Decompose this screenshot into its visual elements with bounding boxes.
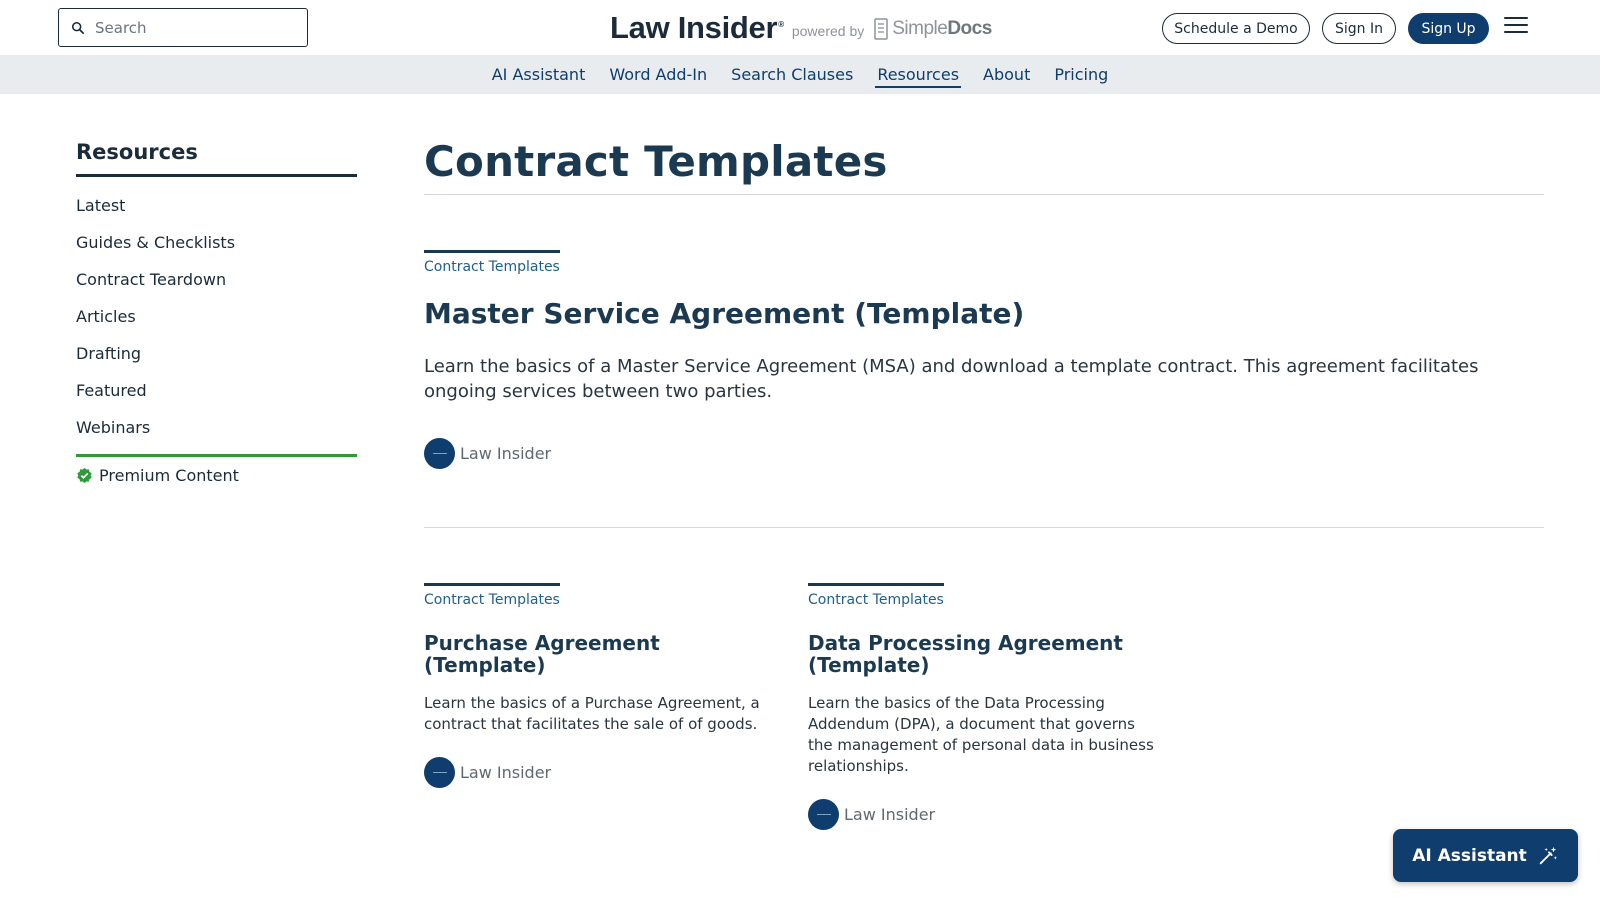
sidebar-item-premium-content[interactable]: Premium Content (76, 454, 357, 485)
article-author: Law Insider (424, 438, 1544, 469)
article-card-title[interactable]: Purchase Agreement (Template) (424, 632, 774, 676)
hamburger-menu-icon[interactable] (1504, 17, 1528, 37)
nav-item-search-clauses[interactable]: Search Clauses (719, 55, 865, 94)
article-card-description: Learn the basics of the Data Processing … (808, 694, 1154, 775)
title-divider (424, 194, 1544, 195)
simpledocs-logo-icon (874, 18, 888, 40)
search-field[interactable] (58, 8, 308, 47)
featured-article-description: Learn the basics of a Master Service Agr… (424, 356, 1479, 402)
sidebar-title: Resources (76, 140, 357, 177)
article-card-description: Learn the basics of a Purchase Agreement… (424, 694, 760, 733)
sidebar-item-contract-teardown[interactable]: Contract Teardown (76, 261, 357, 298)
main-nav: AI Assistant Word Add-In Search Clauses … (0, 55, 1600, 94)
nav-item-about[interactable]: About (971, 55, 1042, 94)
verified-check-icon (77, 467, 92, 484)
sign-up-button[interactable]: Sign Up (1408, 13, 1489, 44)
article-category-tag[interactable]: Contract Templates (424, 250, 560, 275)
author-avatar (424, 757, 455, 788)
brand-name: Law Insider® (610, 10, 784, 45)
section-divider (424, 527, 1544, 528)
author-name: Law Insider (460, 763, 552, 782)
author-name: Law Insider (460, 444, 552, 463)
ai-assistant-label: AI Assistant (1412, 845, 1527, 866)
premium-content-label: Premium Content (99, 466, 239, 485)
nav-item-ai-assistant[interactable]: AI Assistant (480, 55, 598, 94)
author-name: Law Insider (844, 805, 936, 824)
resources-sidebar: Resources Latest Guides & Checklists Con… (76, 140, 357, 485)
article-card-title[interactable]: Data Processing Agreement (Template) (808, 632, 1158, 676)
sidebar-item-featured[interactable]: Featured (76, 372, 357, 409)
sidebar-item-articles[interactable]: Articles (76, 298, 357, 335)
author-avatar (808, 799, 839, 830)
featured-article: Contract Templates Master Service Agreem… (424, 250, 1544, 469)
sidebar-item-webinars[interactable]: Webinars (76, 409, 357, 446)
article-category-tag[interactable]: Contract Templates (808, 583, 944, 608)
powered-by-text: powered by (791, 23, 865, 39)
article-card: Contract Templates Purchase Agreement (T… (424, 583, 774, 788)
nav-item-word-add-in[interactable]: Word Add-In (597, 55, 719, 94)
brand-registered-mark: ® (778, 19, 784, 29)
article-author: Law Insider (808, 799, 1158, 830)
top-header: Law Insider® powered by SimpleDocs Sched… (0, 0, 1600, 55)
sidebar-item-latest[interactable]: Latest (76, 187, 357, 224)
nav-item-resources[interactable]: Resources (865, 55, 971, 94)
nav-item-pricing[interactable]: Pricing (1042, 55, 1120, 94)
page-title: Contract Templates (424, 137, 888, 186)
article-author: Law Insider (424, 757, 774, 788)
sidebar-item-drafting[interactable]: Drafting (76, 335, 357, 372)
search-input[interactable] (95, 18, 295, 37)
article-card: Contract Templates Data Processing Agree… (808, 583, 1158, 830)
simpledocs-wordmark: SimpleDocs (892, 18, 992, 39)
article-category-tag[interactable]: Contract Templates (424, 583, 560, 608)
author-avatar (424, 438, 455, 469)
magic-wand-icon (1539, 846, 1557, 864)
ai-assistant-button[interactable]: AI Assistant (1393, 829, 1578, 882)
schedule-demo-button[interactable]: Schedule a Demo (1162, 13, 1310, 44)
sidebar-item-guides-checklists[interactable]: Guides & Checklists (76, 224, 357, 261)
sign-in-button[interactable]: Sign In (1322, 13, 1396, 44)
main-content: Contract Templates Contract Templates Ma… (424, 137, 1544, 830)
search-icon (71, 21, 85, 34)
featured-article-title[interactable]: Master Service Agreement (Template) (424, 297, 1544, 330)
brand-logo[interactable]: Law Insider® powered by SimpleDocs (610, 8, 992, 48)
